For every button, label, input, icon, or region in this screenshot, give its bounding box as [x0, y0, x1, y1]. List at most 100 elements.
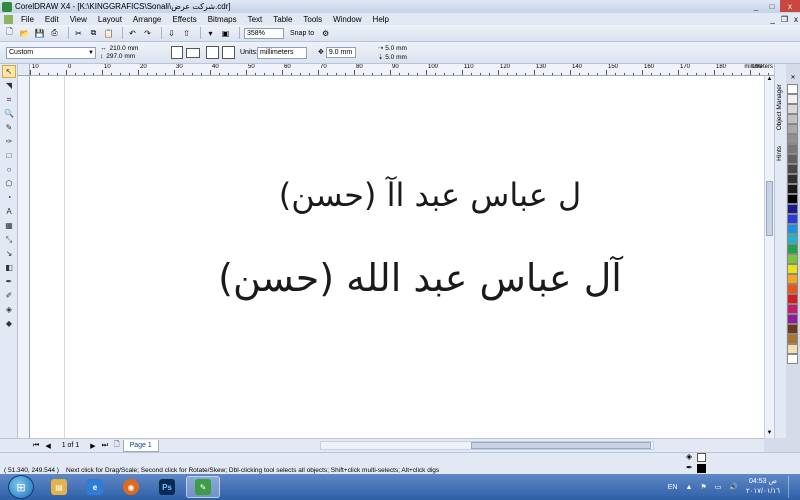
menu-edit[interactable]: Edit	[45, 15, 59, 24]
palette-swatch[interactable]	[787, 244, 798, 254]
taskbar-firefox[interactable]: ◉	[114, 476, 148, 498]
palette-swatch[interactable]	[787, 104, 798, 114]
minimize-button[interactable]: _	[748, 0, 764, 12]
fill-swatch[interactable]	[697, 453, 706, 462]
zoom-tool-icon[interactable]: 🔍	[2, 107, 16, 120]
units-select[interactable]: millimeters	[257, 47, 307, 59]
nudge-input[interactable]: 9.0 mm	[325, 47, 356, 58]
fill-tool-icon[interactable]: ◈	[2, 303, 16, 316]
palette-swatch[interactable]	[787, 94, 798, 104]
palette-swatch[interactable]	[787, 114, 798, 124]
palette-swatch[interactable]	[787, 334, 798, 344]
action-center-flag-icon[interactable]: ⚑	[700, 483, 706, 491]
page-tab[interactable]: Page 1	[122, 439, 159, 452]
start-button[interactable]: ⊞	[8, 475, 34, 499]
menu-arrange[interactable]: Arrange	[133, 15, 161, 24]
palette-swatch[interactable]	[787, 124, 798, 134]
palette-swatch[interactable]	[787, 264, 798, 274]
palette-swatch[interactable]	[787, 134, 798, 144]
current-page-icon[interactable]	[222, 46, 235, 59]
palette-swatch[interactable]	[787, 324, 798, 334]
taskbar-explorer[interactable]: ▤	[42, 476, 76, 498]
horizontal-scroll-thumb[interactable]	[471, 442, 651, 449]
menu-bitmaps[interactable]: Bitmaps	[208, 15, 237, 24]
next-page-icon[interactable]: ▶	[90, 442, 95, 450]
palette-swatch[interactable]	[787, 184, 798, 194]
scroll-up-icon[interactable]: ▲	[765, 76, 774, 84]
save-icon[interactable]: 💾	[34, 28, 45, 39]
no-color-swatch[interactable]: ✕	[787, 74, 799, 84]
table-tool-icon[interactable]: ▦	[2, 219, 16, 232]
text-tool-icon[interactable]: A	[2, 205, 16, 218]
show-desktop-button[interactable]	[788, 476, 796, 498]
fill-outline-indicator[interactable]: ◈ ✒	[686, 452, 706, 474]
shape-tool-icon[interactable]: ◥	[2, 79, 16, 92]
horizontal-ruler[interactable]: millimeters 10 0 10 20 30 40 50 60 70 80 90 100 110 1…	[30, 64, 775, 76]
dimension-tool-icon[interactable]: ⤡	[2, 233, 16, 246]
snap-to-button[interactable]: Snap to	[290, 30, 314, 37]
palette-swatch[interactable]	[787, 214, 798, 224]
palette-swatch[interactable]	[787, 224, 798, 234]
crop-tool-icon[interactable]: ⌗	[2, 93, 16, 106]
first-page-icon[interactable]: ⏮	[33, 442, 39, 450]
polygon-tool-icon[interactable]: ⬠	[2, 177, 16, 190]
menu-table[interactable]: Table	[273, 15, 292, 24]
horizontal-scrollbar[interactable]	[320, 441, 654, 450]
app-launcher-icon[interactable]: ▾	[205, 28, 216, 39]
smart-fill-tool-icon[interactable]: ✑	[2, 135, 16, 148]
drawing-canvas[interactable]: ل عباس عبد اآ (حسن) آل عباس عبد الله (حس…	[30, 76, 764, 438]
menu-text[interactable]: Text	[248, 15, 263, 24]
docker-tab-hints[interactable]: Hints	[776, 146, 783, 161]
menu-window[interactable]: Window	[333, 15, 361, 24]
portrait-button[interactable]	[171, 46, 183, 59]
doc-restore-button[interactable]: ❐	[781, 15, 788, 24]
palette-swatch[interactable]	[787, 354, 798, 364]
palette-swatch[interactable]	[787, 284, 798, 294]
cut-icon[interactable]: ✂	[73, 28, 84, 39]
new-icon[interactable]: 🗋	[4, 27, 15, 39]
export-icon[interactable]: ⇧	[181, 28, 192, 39]
page-width-input[interactable]: 210.0 mm	[110, 45, 139, 53]
document-icon[interactable]	[4, 14, 13, 24]
vertical-ruler[interactable]	[18, 76, 30, 438]
palette-swatch[interactable]	[787, 294, 798, 304]
palette-swatch[interactable]	[787, 304, 798, 314]
palette-swatch[interactable]	[787, 194, 798, 204]
menu-help[interactable]: Help	[373, 15, 389, 24]
prev-page-icon[interactable]: ◀	[45, 442, 50, 450]
menu-tools[interactable]: Tools	[303, 15, 322, 24]
connector-tool-icon[interactable]: ↘	[2, 247, 16, 260]
all-pages-icon[interactable]	[206, 46, 219, 59]
vertical-scroll-thumb[interactable]	[766, 181, 773, 236]
language-indicator[interactable]: EN	[668, 484, 678, 491]
dup-x-input[interactable]: 5.0 mm	[385, 45, 407, 52]
ellipse-tool-icon[interactable]: ○	[2, 163, 16, 176]
taskbar-coreldraw[interactable]: ✎	[186, 476, 220, 498]
basic-shapes-tool-icon[interactable]: ◔	[2, 191, 16, 204]
menu-effects[interactable]: Effects	[172, 15, 196, 24]
palette-swatch[interactable]	[787, 344, 798, 354]
menu-layout[interactable]: Layout	[98, 15, 122, 24]
page-preset-select[interactable]: Custom ▼	[6, 47, 96, 59]
menu-file[interactable]: File	[21, 15, 34, 24]
outline-swatch[interactable]	[697, 464, 706, 473]
close-button[interactable]: x	[780, 0, 800, 12]
taskbar-photoshop[interactable]: Ps	[150, 476, 184, 498]
palette-swatch[interactable]	[787, 144, 798, 154]
palette-swatch[interactable]	[787, 254, 798, 264]
palette-swatch[interactable]	[787, 314, 798, 324]
freehand-tool-icon[interactable]: ✎	[2, 121, 16, 134]
import-icon[interactable]: ⇩	[166, 28, 177, 39]
palette-swatch[interactable]	[787, 154, 798, 164]
network-icon[interactable]: ▭	[715, 483, 722, 491]
undo-icon[interactable]: ↶	[127, 28, 138, 39]
dup-y-input[interactable]: 5.0 mm	[385, 54, 407, 61]
interactive-blend-tool-icon[interactable]: ◧	[2, 261, 16, 274]
palette-swatch[interactable]	[787, 84, 798, 94]
menu-view[interactable]: View	[70, 15, 87, 24]
volume-icon[interactable]: 🔊	[729, 483, 738, 491]
add-page-icon[interactable]: 🗋	[114, 440, 120, 451]
palette-swatch[interactable]	[787, 234, 798, 244]
vertical-scrollbar[interactable]: ▲ ▼	[764, 76, 774, 438]
ruler-origin[interactable]	[18, 64, 30, 76]
